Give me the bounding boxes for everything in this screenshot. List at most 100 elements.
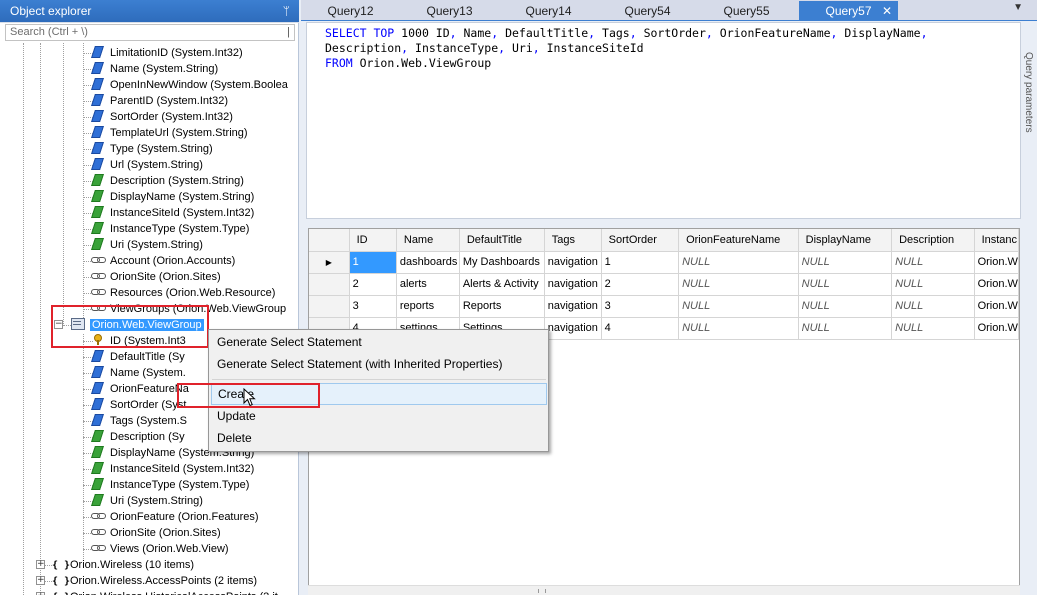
row-header[interactable]: ▶ [309,251,350,274]
grid-horizontal-scrollbar[interactable] [308,585,1020,595]
tree-property-node[interactable]: TemplateUrl (System.String) [91,125,248,141]
grid-cell[interactable]: My Dashboards [459,251,545,274]
grid-cell[interactable]: 1 [601,251,680,274]
grid-cell[interactable]: NULL [798,251,893,274]
grid-cell[interactable]: 2 [349,273,397,296]
tree-property-node[interactable]: OpenInNewWindow (System.Boolea [91,77,288,93]
menu-delete[interactable]: Delete [210,427,547,449]
tree-property-node[interactable]: SortOrder (Syst [91,397,186,413]
tree-entity-node[interactable]: Orion.Web.ViewGroup [71,317,204,333]
tab-query[interactable]: Query13 [400,1,499,21]
collapse-icon[interactable]: − [54,320,63,329]
object-tree[interactable]: LimitationID (System.Int32) Name (System.… [0,43,297,595]
row-header[interactable] [309,273,350,296]
column-header[interactable]: Description [891,229,975,252]
query-text[interactable]: SELECT TOP 1000 ID, Name, DefaultTitle, … [325,26,928,71]
tree-property-node[interactable]: ID (System.Int3 [91,333,186,349]
grid-cell[interactable]: navigation [544,317,602,340]
expand-icon[interactable]: + [36,576,45,585]
grid-cell[interactable]: reports [396,295,460,318]
tree-property-node[interactable]: Views (Orion.Web.View) [91,541,229,557]
grid-cell[interactable]: NULL [678,251,799,274]
column-header[interactable]: ID [349,229,397,252]
grid-cell[interactable]: Reports [459,295,545,318]
tree-property-node[interactable]: InstanceSiteId (System.Int32) [91,461,254,477]
explorer-search-input[interactable]: Search (Ctrl + \) | [5,24,295,41]
tree-property-node[interactable]: Name (System. [91,365,186,381]
tree-property-node[interactable]: Description (Sy [91,429,185,445]
tree-property-node[interactable]: Tags (System.S [91,413,187,429]
grid-cell[interactable]: NULL [891,273,975,296]
tree-namespace-node[interactable]: { }Orion.Wireless.AccessPoints (2 items) [52,573,257,589]
close-tab-icon[interactable]: ✕ [882,1,892,21]
column-header[interactable]: Tags [544,229,602,252]
scrollbar-grip-icon[interactable] [538,589,546,593]
tree-property-node[interactable]: Uri (System.String) [91,237,203,253]
grid-cell[interactable]: 1 [349,251,397,274]
grid-cell[interactable]: navigation [544,295,602,318]
tree-property-node[interactable]: Resources (Orion.Web.Resource) [91,285,275,301]
tree-namespace-node[interactable]: { }Orion.Wireless.HistoricalAccessPoints… [52,589,278,595]
grid-cell[interactable]: navigation [544,251,602,274]
column-header[interactable]: Instanc [974,229,1019,252]
tab-query[interactable]: Query57 ✕ [799,1,898,21]
grid-cell[interactable]: navigation [544,273,602,296]
tree-property-node[interactable]: LimitationID (System.Int32) [91,45,243,61]
tree-namespace-node[interactable]: { }Orion.Wireless (10 items) [52,557,194,573]
row-header[interactable] [309,295,350,318]
tree-property-node[interactable]: Uri (System.String) [91,493,203,509]
tree-property-node[interactable]: OrionSite (Orion.Sites) [91,525,221,541]
tab-query[interactable]: Query14 [499,1,598,21]
grid-cell[interactable]: 4 [601,317,680,340]
grid-cell[interactable]: NULL [891,295,975,318]
tree-property-node[interactable]: OrionFeatureNa [91,381,189,397]
grid-cell[interactable]: Orion.W [974,317,1019,340]
expand-icon[interactable]: + [36,560,45,569]
column-header[interactable]: SortOrder [601,229,680,252]
tree-property-node[interactable]: OrionSite (Orion.Sites) [91,269,221,285]
grid-cell[interactable]: Orion.W [974,251,1019,274]
menu-generate-select[interactable]: Generate Select Statement [210,331,547,353]
column-header[interactable]: DefaultTitle [459,229,545,252]
grid-cell[interactable]: NULL [678,295,799,318]
tree-property-node[interactable]: OrionFeature (Orion.Features) [91,509,259,525]
tree-property-node[interactable]: InstanceType (System.Type) [91,221,249,237]
menu-generate-select-inherited[interactable]: Generate Select Statement (with Inherite… [210,353,547,375]
pin-icon[interactable]: ᛘ [283,0,290,23]
table-row[interactable]: 2 alerts Alerts & Activity navigation 2 NULL N… [309,273,1019,296]
tab-list-dropdown-icon[interactable]: ▼ [1013,2,1023,13]
query-parameters-strip[interactable]: Query parameters [1022,22,1037,595]
menu-update[interactable]: Update [210,405,547,427]
grid-cell[interactable]: NULL [891,251,975,274]
tab-query[interactable]: Query54 [598,1,697,21]
grid-cell[interactable]: NULL [891,317,975,340]
tree-property-node[interactable]: ViewGroups (Orion.Web.ViewGroup [91,301,286,317]
tree-property-node[interactable]: InstanceSiteId (System.Int32) [91,205,254,221]
tree-property-node[interactable]: Url (System.String) [91,157,203,173]
grid-cell[interactable]: Orion.W [974,273,1019,296]
table-row[interactable]: ▶ 1 dashboards My Dashboards navigation 1 NULL… [309,251,1019,274]
grid-cell[interactable]: 3 [601,295,680,318]
grid-cell[interactable]: NULL [798,295,893,318]
tree-property-node[interactable]: DisplayName (System.String) [91,189,254,205]
column-header[interactable]: DisplayName [798,229,893,252]
tree-property-node[interactable]: Description (System.String) [91,173,244,189]
tree-property-node[interactable]: Account (Orion.Accounts) [91,253,235,269]
tab-query[interactable]: Query55 [697,1,796,21]
grid-cell[interactable]: alerts [396,273,460,296]
tree-property-node[interactable]: Name (System.String) [91,61,218,77]
grid-cell[interactable]: Alerts & Activity [459,273,545,296]
table-row[interactable]: 3 reports Reports navigation 3 NULL NULL NULL Or… [309,295,1019,318]
grid-corner-cell[interactable] [309,229,350,252]
column-header[interactable]: OrionFeatureName [678,229,799,252]
tree-property-node[interactable]: Type (System.String) [91,141,213,157]
tree-property-node[interactable]: ParentID (System.Int32) [91,93,228,109]
grid-cell[interactable]: 2 [601,273,680,296]
grid-cell[interactable]: NULL [798,317,893,340]
grid-cell[interactable]: dashboards [396,251,460,274]
tree-property-node[interactable]: InstanceType (System.Type) [91,477,249,493]
tab-query[interactable]: Query12 [301,1,400,21]
query-editor[interactable]: SELECT TOP 1000 ID, Name, DefaultTitle, … [306,22,1021,219]
editor-grid-splitter[interactable] [306,219,1021,227]
column-header[interactable]: Name [396,229,460,252]
